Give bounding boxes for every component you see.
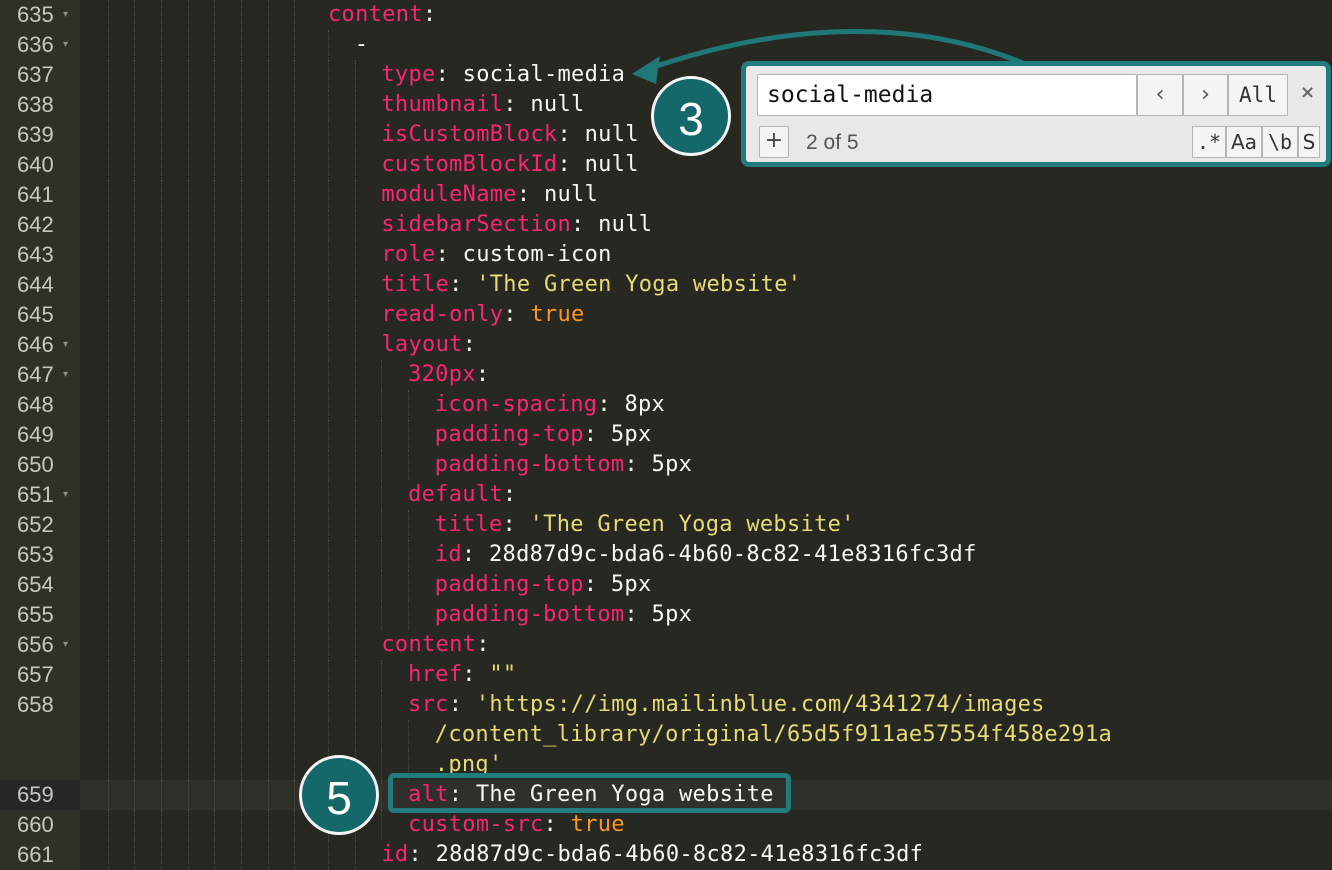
add-replace-button[interactable]: + (759, 126, 789, 158)
case-sensitive-toggle[interactable]: Aa (1226, 126, 1262, 158)
regex-toggle[interactable]: .* (1192, 126, 1226, 158)
chevron-right-icon: › (1201, 82, 1210, 107)
step-badge-alt: 5 (299, 755, 379, 835)
find-previous-button[interactable]: ‹ (1137, 74, 1183, 116)
find-all-button[interactable]: All (1228, 74, 1288, 116)
chevron-left-icon: ‹ (1155, 82, 1165, 107)
search-input[interactable] (757, 74, 1137, 116)
find-panel: ‹ › All × + 2 of 5 .* Aa \b S (741, 61, 1331, 167)
match-counter: 2 of 5 (806, 131, 859, 154)
close-icon[interactable]: × (1300, 82, 1315, 103)
find-next-button[interactable]: › (1183, 74, 1228, 116)
alt-line-highlight (388, 773, 791, 813)
search-in-selection-toggle[interactable]: S (1298, 126, 1320, 158)
whole-word-toggle[interactable]: \b (1262, 126, 1298, 158)
step-badge-search: 3 (651, 76, 731, 156)
